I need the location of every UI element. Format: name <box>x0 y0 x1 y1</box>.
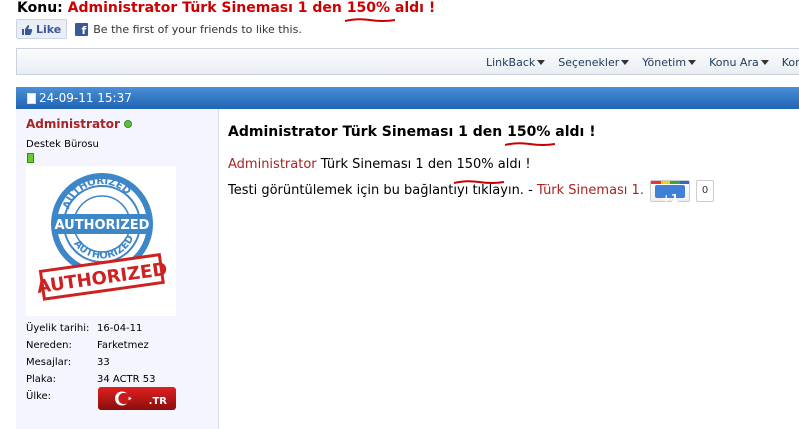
google-plus-one-button[interactable]: +1 <box>650 179 691 205</box>
post-body: Administrator Türk Sineması 1 den 150% a… <box>228 152 715 205</box>
user-sidebar: Administrator Destek Bürosu AUTHORIZED A… <box>16 109 219 429</box>
chevron-down-icon <box>621 60 630 65</box>
squiggle-underline <box>505 142 556 146</box>
facebook-like-row: Like f Be the first of your friends to l… <box>16 19 302 39</box>
post-body-highlight: 150% <box>454 152 505 184</box>
plus-one-label: +1 <box>661 191 679 205</box>
username[interactable]: Administrator <box>26 117 132 131</box>
google-color-stripe <box>651 180 690 184</box>
svg-text:AUTHORIZED: AUTHORIZED <box>55 218 150 233</box>
online-status-icon <box>123 120 132 128</box>
avatar: AUTHORIZED AUTHORIZED AUTHORIZED AUTHORI… <box>26 166 176 316</box>
authorized-stamp-image: AUTHORIZED AUTHORIZED AUTHORIZED AUTHORI… <box>35 173 169 301</box>
post-title: Administrator Türk Sineması 1 den 150% a… <box>228 124 596 146</box>
post-header-bar: 24-09-11 15:37 <box>16 87 799 109</box>
facebook-like-button[interactable]: Like <box>16 19 68 39</box>
plus-one-count: 0 <box>696 179 715 202</box>
menu-linkback[interactable]: LinkBack <box>486 56 552 69</box>
thread-title-text: Administrator Türk Sineması 1 den <box>67 0 342 16</box>
thread-toolbar: LinkBack Seçenekler Yönetim Konu Ara Kon… <box>16 48 799 75</box>
author-link[interactable]: Administrator <box>228 157 317 172</box>
thread-title-end: aldı ! <box>394 0 436 16</box>
reputation-icon <box>27 153 34 163</box>
info-row-plate: Plaka: 34 ACTR 53 <box>26 374 156 385</box>
thumbs-up-icon <box>22 24 33 35</box>
info-row-location: Nereden: Farketmez <box>26 340 149 351</box>
squiggle-underline <box>454 180 505 184</box>
facebook-icon: f <box>75 22 89 36</box>
facebook-friends-text: Be the first of your friends to like thi… <box>93 22 302 36</box>
user-title: Destek Bürosu <box>26 139 99 150</box>
info-row-posts: Mesajlar: 33 <box>26 357 110 368</box>
chevron-down-icon <box>537 60 546 65</box>
post-date: 24-09-11 15:37 <box>39 91 132 105</box>
squiggle-underline <box>344 18 395 22</box>
thread-title: Konu: Administrator Türk Sineması 1 den … <box>17 0 436 22</box>
post-content: Administrator Türk Sineması 1 den 150% a… <box>220 109 799 429</box>
post-body-line-1: Administrator Türk Sineması 1 den 150% a… <box>228 152 714 184</box>
toolbar-menus: LinkBack Seçenekler Yönetim Konu Ara Kon… <box>486 49 799 76</box>
post-title-highlight: 150% <box>505 124 556 146</box>
chevron-down-icon <box>760 60 769 65</box>
menu-yonetim[interactable]: Yönetim <box>642 56 703 69</box>
post-document-icon <box>27 92 36 104</box>
google-plus-widget: +1 0 <box>650 179 715 205</box>
flag-tld: .TR <box>148 396 167 407</box>
thread-title-highlight: 150% <box>344 0 395 22</box>
konu-label: Konu: <box>17 0 63 16</box>
like-label: Like <box>36 22 62 36</box>
chevron-down-icon <box>688 60 697 65</box>
crescent-star-icon <box>115 391 132 406</box>
turkey-flag-image: .TR <box>98 387 176 410</box>
info-row-joined: Üyelik tarihi: 16-04-11 <box>26 323 143 334</box>
menu-secenekler[interactable]: Seçenekler <box>558 56 636 69</box>
test-link[interactable]: Türk Sineması 1. <box>537 183 644 198</box>
menu-konu-ara[interactable]: Konu Ara <box>709 56 776 69</box>
menu-konuyu[interactable]: Konuyu <box>782 56 799 69</box>
